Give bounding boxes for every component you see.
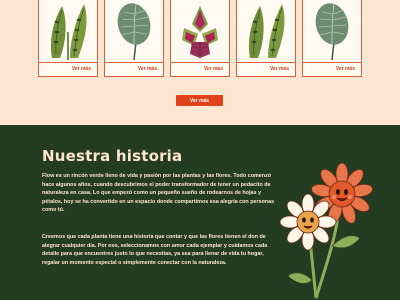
products-section: Ver más Ver más Ver más Ver más Ver más … xyxy=(0,0,400,125)
ver-mas-link[interactable]: Ver más xyxy=(138,66,157,72)
flowers-illustration xyxy=(274,160,394,300)
history-paragraph-1: Flow es un rincón verde lleno de vida y … xyxy=(42,173,275,214)
plant-image xyxy=(237,0,295,62)
ver-mas-link[interactable]: Ver más xyxy=(336,66,355,72)
view-more-button[interactable]: Ver más xyxy=(176,95,223,106)
plant-image xyxy=(303,0,361,62)
card-divider xyxy=(105,62,163,63)
plant-image xyxy=(39,0,97,62)
ver-mas-link[interactable]: Ver más xyxy=(204,66,223,72)
product-card[interactable]: Ver más xyxy=(104,0,164,77)
ver-mas-link[interactable]: Ver más xyxy=(72,66,91,72)
history-paragraph-2: Creemos que cada planta tiene una histor… xyxy=(42,234,268,266)
card-divider xyxy=(171,62,229,63)
plant-image xyxy=(105,0,163,62)
product-card[interactable]: Ver más xyxy=(236,0,296,77)
product-card[interactable]: Ver más xyxy=(170,0,230,77)
plant-image xyxy=(171,0,229,62)
product-cards: Ver más Ver más Ver más Ver más Ver más xyxy=(38,0,364,77)
product-card[interactable]: Ver más xyxy=(302,0,362,77)
card-divider xyxy=(303,62,361,63)
history-title: Nuestra historia xyxy=(42,147,183,165)
card-divider xyxy=(39,62,97,63)
ver-mas-link[interactable]: Ver más xyxy=(270,66,289,72)
product-card[interactable]: Ver más xyxy=(38,0,98,77)
card-divider xyxy=(237,62,295,63)
